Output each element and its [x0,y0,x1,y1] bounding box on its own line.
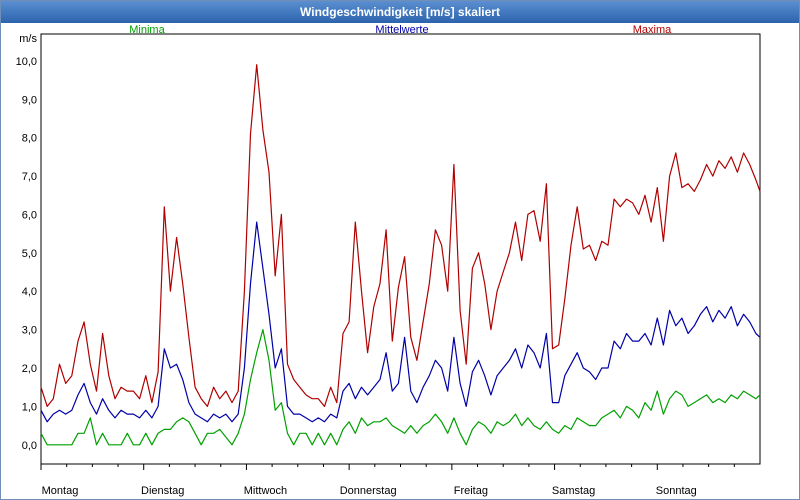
chart-window: Windgeschwindigkeit [m/s] skaliert 0,0 1,… [0,0,800,500]
y-tick-label: 0,0 [22,440,37,452]
x-tick-day: Montag [42,485,79,497]
y-tick-label: 5,0 [22,248,37,260]
y-tick-label: 9,0 [22,94,37,106]
y-tick-label: 8,0 [22,133,37,145]
x-tick-day: Mittwoch [244,485,287,497]
x-tick-day: Samstag [552,485,595,497]
x-tick-day: Sonntag [656,485,697,497]
y-tick-label: 4,0 [22,286,37,298]
legend-minima: Minima [129,24,165,36]
x-tick-day: Donnerstag [340,485,397,497]
axes [40,33,761,470]
y-axis-label: m/s [19,33,37,45]
wind-speed-chart: 0,0 1,0 2,0 3,0 4,0 5,0 6,0 7,0 8,0 9,0 10,0 Montag… [16,24,761,497]
y-tick-label: 2,0 [22,363,37,375]
plot-frame [40,33,761,465]
y-tick-label: 1,0 [22,401,37,413]
x-tick-day: Freitag [454,485,488,497]
y-tick-label: 6,0 [22,209,37,221]
legend-mittelwerte: Mittelwerte [375,24,428,36]
y-tick-label: 3,0 [22,325,37,337]
x-tick-day: Dienstag [141,485,184,497]
window-title: Windgeschwindigkeit [m/s] skaliert [1,1,799,23]
legend-maxima: Maxima [633,24,672,36]
y-tick-label: 10,0 [16,56,37,68]
y-tick-label: 7,0 [22,171,37,183]
